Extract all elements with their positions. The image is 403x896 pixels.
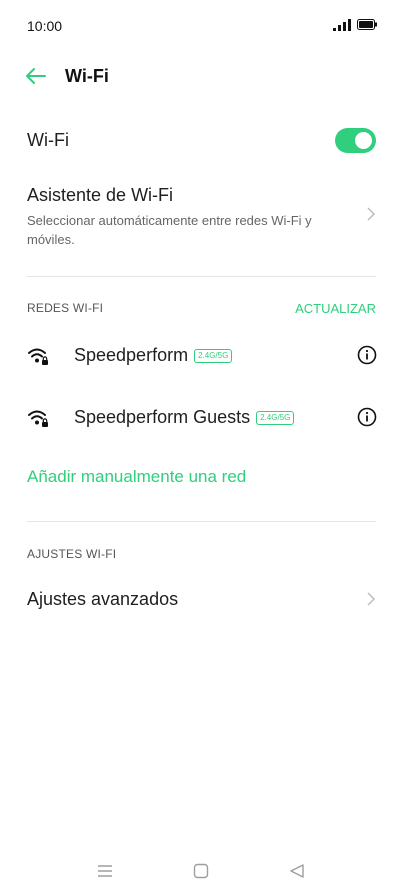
toggle-knob [355,132,372,149]
back-nav-icon[interactable] [288,863,306,879]
chevron-right-icon[interactable] [366,206,376,222]
battery-icon [357,19,377,30]
back-arrow-icon[interactable] [24,66,46,86]
wifi-lock-icon [28,348,48,365]
divider [27,521,376,522]
status-time: 10:00 [27,18,63,34]
band-badge: 2.4G/5G [194,348,233,363]
add-network-manually-link[interactable]: Añadir manualmente una red [27,467,246,487]
chevron-right-icon[interactable] [366,591,376,607]
network-item[interactable]: Speedperform Guests 2.4G/5G [74,407,295,428]
wifi-toggle[interactable] [335,128,376,153]
wifi-assistant-title[interactable]: Asistente de Wi-Fi [27,185,173,206]
wifi-assistant-description: Seleccionar automáticamente entre redes … [27,213,312,247]
network-item[interactable]: Speedperform 2.4G/5G [74,345,233,366]
wifi-label: Wi-Fi [27,130,69,150]
divider [27,276,376,277]
menu-nav-icon[interactable] [96,863,114,879]
advanced-settings-item[interactable]: Ajustes avanzados [27,589,178,610]
signal-icon [333,19,351,31]
info-icon[interactable] [357,407,377,427]
refresh-button[interactable]: ACTUALIZAR [295,301,376,316]
page-title: Wi-Fi [65,66,109,86]
network-name: Speedperform Guests [74,407,251,427]
wifi-settings-section-header: AJUSTES WI-FI [27,547,117,561]
network-name: Speedperform [74,345,189,365]
networks-section-header: REDES WI-FI [27,301,104,315]
home-nav-icon[interactable] [192,863,210,879]
band-badge: 2.4G/5G [256,410,295,425]
info-icon[interactable] [357,345,377,365]
wifi-lock-icon [28,410,48,427]
